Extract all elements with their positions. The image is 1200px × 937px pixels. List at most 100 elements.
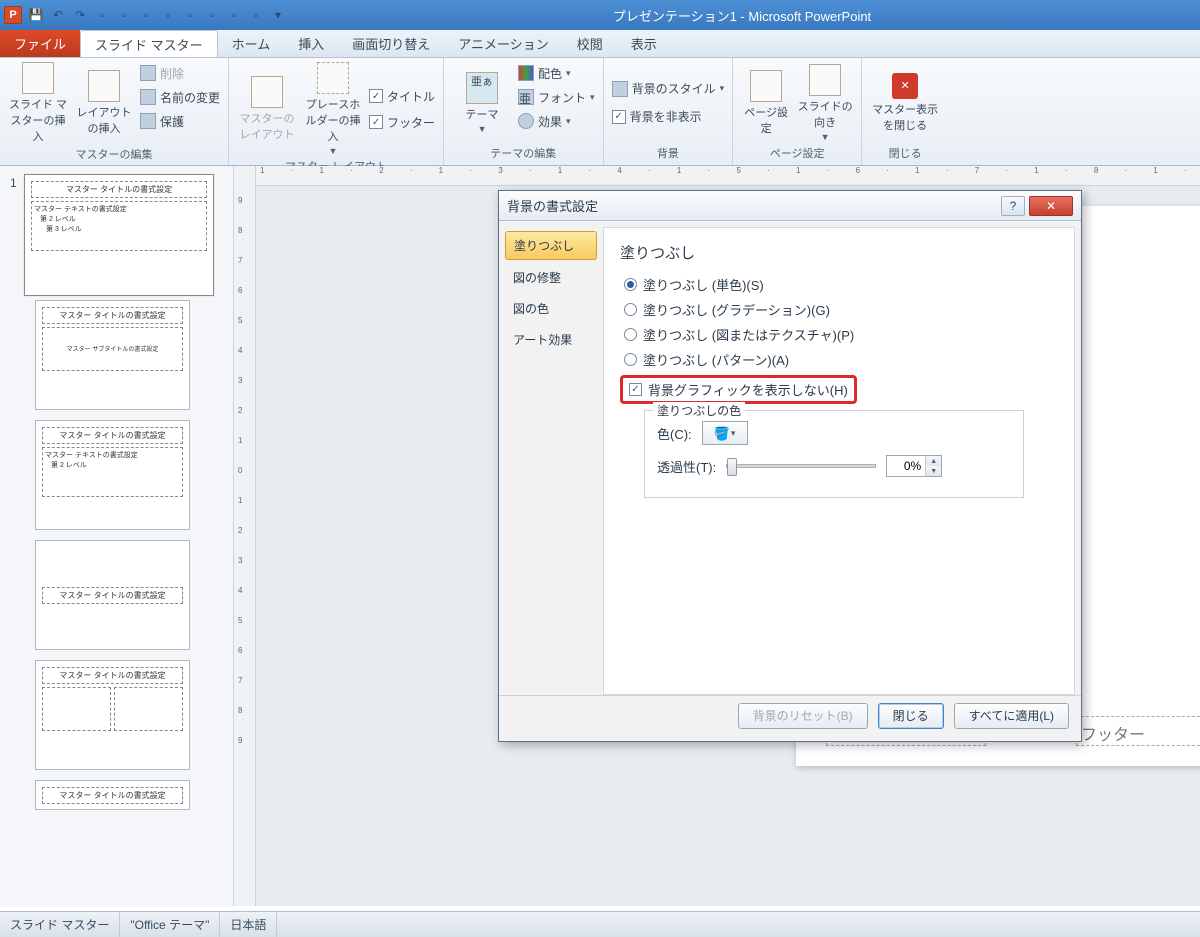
checkbox-hide-background-graphics[interactable]: ✓背景グラフィックを表示しない(H) <box>620 375 857 404</box>
checkbox-icon: ✓ <box>612 110 626 124</box>
thumbnail-index: 1 <box>10 176 17 190</box>
checkbox-icon: ✓ <box>629 383 642 396</box>
ribbon-group-background: 背景のスタイル▾ ✓背景を非表示 背景 <box>604 58 734 165</box>
ribbon: スライド マスターの挿入 レイアウトの挿入 削除 名前の変更 保護 マスターの編… <box>0 58 1200 166</box>
group-legend: 塗りつぶしの色 <box>653 402 745 419</box>
dialog-titlebar[interactable]: 背景の書式設定 ? ✕ <box>499 191 1081 221</box>
close-button[interactable]: 閉じる <box>878 703 944 729</box>
layout-thumbnail[interactable]: マスター タイトルの書式設定 <box>35 660 190 770</box>
label: 名前の変更 <box>160 89 220 106</box>
delete-button[interactable]: 削除 <box>140 62 220 84</box>
qat-btn[interactable]: ▫ <box>136 5 156 25</box>
group-label: ページ設定 <box>741 143 853 161</box>
theme-button[interactable]: 亜ぁ テーマ ▼ <box>452 62 512 143</box>
qat-btn[interactable]: ▫ <box>180 5 200 25</box>
qat-btn[interactable]: ▫ <box>202 5 222 25</box>
tab-animations[interactable]: アニメーション <box>444 30 562 57</box>
layout-thumbnail-selected[interactable]: マスター タイトルの書式設定 マスター サブタイトルの書式設定 <box>35 300 190 410</box>
status-language[interactable]: 日本語 <box>220 912 277 937</box>
sidebar-item-picture-corrections[interactable]: 図の修整 <box>505 264 597 291</box>
dialog-help-button[interactable]: ? <box>1001 196 1025 216</box>
tab-transitions[interactable]: 画面切り替え <box>338 30 444 57</box>
radio-pattern-fill[interactable]: 塗りつぶし (パターン)(A) <box>620 350 1058 369</box>
transparency-value-input[interactable] <box>887 456 925 476</box>
label: 塗りつぶし (図またはテクスチャ)(P) <box>643 325 854 344</box>
label: 塗りつぶし (パターン)(A) <box>643 350 789 369</box>
layout-thumbnail[interactable]: マスター タイトルの書式設定 <box>35 540 190 650</box>
transparency-label: 透過性(T): <box>657 457 716 476</box>
undo-icon[interactable]: ↶ <box>48 5 68 25</box>
transparency-slider[interactable] <box>726 464 876 468</box>
fonts-button[interactable]: 亜フォント▾ <box>518 86 595 108</box>
reset-background-button[interactable]: 背景のリセット(B) <box>738 703 868 729</box>
label: 効果 <box>538 113 562 130</box>
chevron-down-icon: ▾ <box>731 428 736 439</box>
chevron-down-icon: ▾ <box>720 83 725 94</box>
dialog-close-button[interactable]: ✕ <box>1029 196 1073 216</box>
save-icon[interactable]: 💾 <box>26 5 46 25</box>
dialog-content: 塗りつぶし 塗りつぶし (単色)(S) 塗りつぶし (グラデーション)(G) 塗… <box>603 227 1075 695</box>
spin-up-icon[interactable]: ▲ <box>926 456 941 466</box>
tab-review[interactable]: 校閲 <box>563 30 617 57</box>
apply-to-all-button[interactable]: すべてに適用(L) <box>954 703 1069 729</box>
qat-customize-icon[interactable]: ▾ <box>268 5 288 25</box>
sidebar-item-artistic-effects[interactable]: アート効果 <box>505 326 597 353</box>
insert-slide-master-button[interactable]: スライド マスターの挿入 <box>8 62 68 144</box>
layout-thumbnail[interactable]: マスター タイトルの書式設定 マスター テキストの書式設定 第 2 レベル <box>35 420 190 530</box>
title-checkbox[interactable]: ✓タイトル <box>369 85 435 107</box>
slider-thumb[interactable] <box>727 458 737 476</box>
master-layout-button[interactable]: マスターのレイアウト <box>237 62 297 156</box>
insert-layout-button[interactable]: レイアウトの挿入 <box>74 62 134 144</box>
ribbon-group-page-setup: ページ設定 スライドの向き ▼ ページ設定 <box>733 58 862 165</box>
dialog-title: 背景の書式設定 <box>507 196 997 215</box>
color-picker-button[interactable]: 🪣 ▾ <box>702 421 748 445</box>
qat-btn[interactable]: ▫ <box>158 5 178 25</box>
tab-slide-master[interactable]: スライド マスター <box>80 30 218 57</box>
colors-button[interactable]: 配色▾ <box>518 62 595 84</box>
colors-icon <box>518 65 534 81</box>
background-styles-button[interactable]: 背景のスタイル▾ <box>612 78 725 100</box>
qat-btn[interactable]: ▫ <box>224 5 244 25</box>
tab-insert[interactable]: 挿入 <box>284 30 338 57</box>
footer-placeholder[interactable]: フッター <box>1076 716 1200 746</box>
radio-gradient-fill[interactable]: 塗りつぶし (グラデーション)(G) <box>620 300 1058 319</box>
slide-master-icon <box>22 62 54 94</box>
master-thumbnail[interactable]: 1 マスター タイトルの書式設定 マスター テキストの書式設定 第 2 レベル … <box>0 170 233 300</box>
master-layout-icon <box>251 76 283 108</box>
transparency-spinner[interactable]: ▲▼ <box>886 455 942 477</box>
redo-icon[interactable]: ↷ <box>70 5 90 25</box>
radio-icon <box>624 303 637 316</box>
label: フォント <box>538 89 586 106</box>
qat-btn[interactable]: ▫ <box>114 5 134 25</box>
chevron-down-icon: ▼ <box>821 132 830 142</box>
sidebar-item-picture-color[interactable]: 図の色 <box>505 295 597 322</box>
window-title: プレゼンテーション1 - Microsoft PowerPoint <box>288 6 1196 25</box>
tab-home[interactable]: ホーム <box>218 30 285 57</box>
footer-checkbox[interactable]: ✓フッター <box>369 111 435 133</box>
page-setup-button[interactable]: ページ設定 <box>741 62 791 143</box>
spin-down-icon[interactable]: ▼ <box>926 466 941 476</box>
slide-orientation-button[interactable]: スライドの向き ▼ <box>797 62 853 143</box>
qat-btn[interactable]: ▫ <box>92 5 112 25</box>
chevron-down-icon: ▾ <box>566 68 571 79</box>
layout-thumbnail[interactable]: マスター タイトルの書式設定 <box>35 780 190 810</box>
radio-solid-fill[interactable]: 塗りつぶし (単色)(S) <box>620 275 1058 294</box>
qat-btn[interactable]: ▫ <box>246 5 266 25</box>
group-label: テーマの編集 <box>452 143 595 161</box>
radio-icon <box>624 353 637 366</box>
thumb-title: マスター タイトルの書式設定 <box>42 667 183 684</box>
preserve-button[interactable]: 保護 <box>140 110 220 132</box>
close-master-view-button[interactable]: ✕ マスター表示を閉じる <box>870 62 940 143</box>
theme-icon: 亜ぁ <box>466 72 498 104</box>
delete-icon <box>140 65 156 81</box>
rename-button[interactable]: 名前の変更 <box>140 86 220 108</box>
effects-button[interactable]: 効果▾ <box>518 110 595 132</box>
tab-view[interactable]: 表示 <box>617 30 671 57</box>
hide-background-checkbox[interactable]: ✓背景を非表示 <box>612 106 725 128</box>
thumb-body: マスター テキストの書式設定 第 2 レベル 第 3 レベル <box>31 201 207 251</box>
tab-file[interactable]: ファイル <box>0 30 80 57</box>
insert-placeholder-button[interactable]: プレースホルダーの挿入 ▼ <box>303 62 363 156</box>
sidebar-item-fill[interactable]: 塗りつぶし <box>505 231 597 260</box>
radio-picture-fill[interactable]: 塗りつぶし (図またはテクスチャ)(P) <box>620 325 1058 344</box>
label: マスターのレイアウト <box>237 110 297 142</box>
